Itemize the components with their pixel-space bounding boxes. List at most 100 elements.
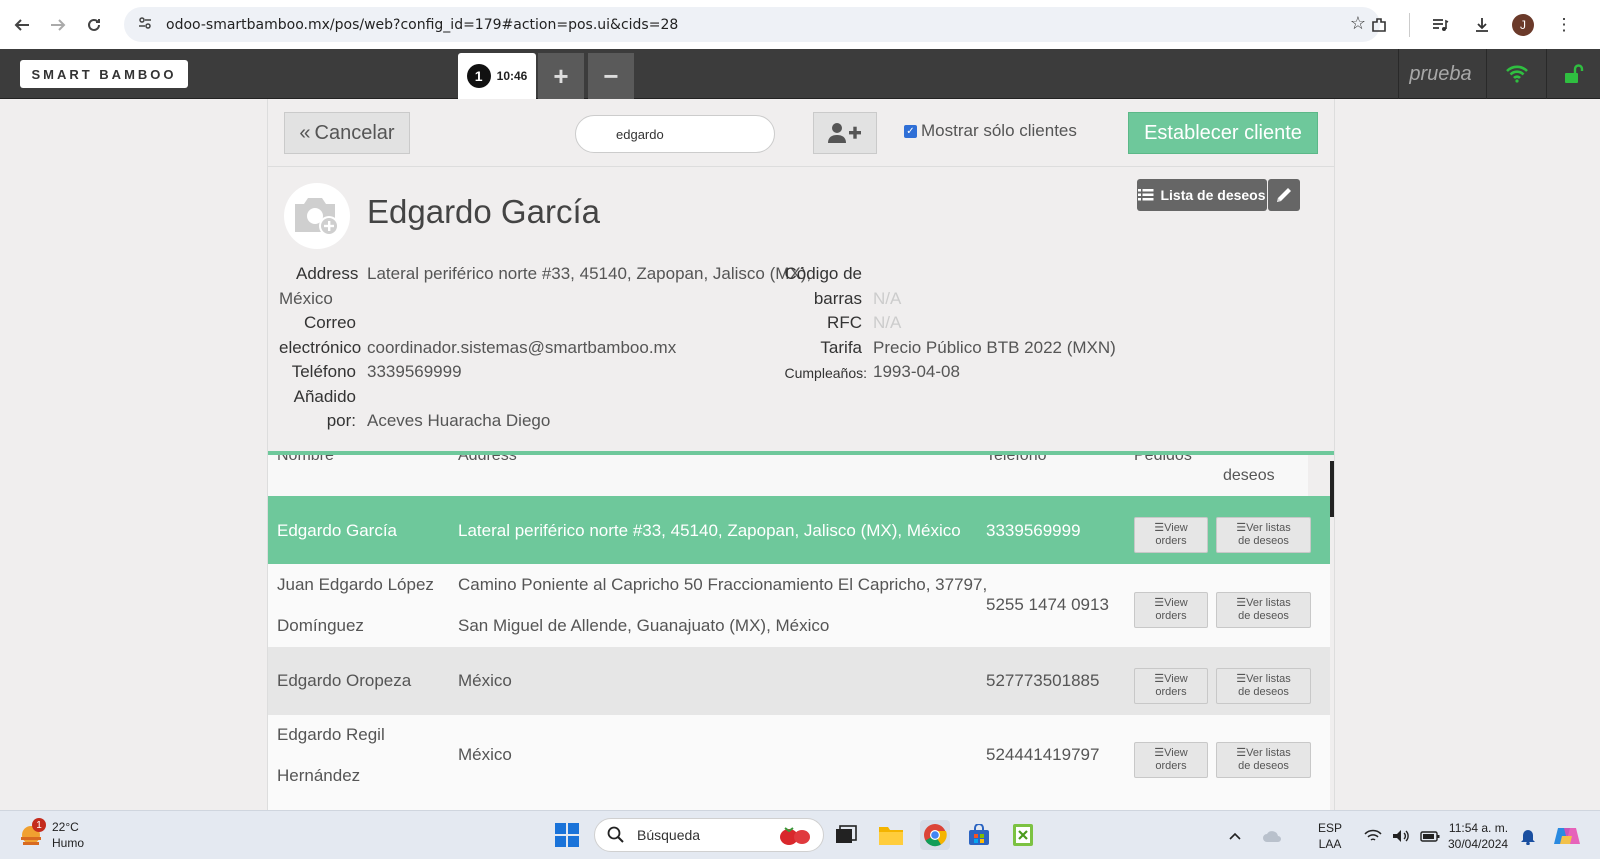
- order-number-badge: 1: [466, 64, 491, 88]
- view-orders-button[interactable]: ☰View orders: [1134, 592, 1208, 628]
- client-table-header: Nombre Address Teléfono Pedidos deseos: [268, 455, 1308, 496]
- edit-client-button[interactable]: [1268, 179, 1300, 211]
- table-row[interactable]: Edgardo Oropeza México 527773501885 ☰Vie…: [268, 647, 1330, 715]
- connection-status[interactable]: [1486, 49, 1546, 99]
- browser-toolbar: odoo-smartbamboo.mx/pos/web?config_id=17…: [0, 0, 1600, 49]
- birthday-label: Cumpleaños:: [784, 365, 868, 381]
- extensions-icon[interactable]: [1367, 13, 1391, 37]
- row-name-cont: Domínguez: [277, 616, 364, 635]
- row-address-cont: San Miguel de Allende, Guanajuato (MX), …: [458, 616, 830, 635]
- table-row[interactable]: Edgardo García Lateral periférico norte …: [268, 496, 1330, 564]
- client-name: Edgardo García: [367, 193, 600, 230]
- media-controls-icon[interactable]: [1428, 13, 1452, 37]
- forward-button[interactable]: [40, 7, 76, 43]
- system-tray-status[interactable]: [1364, 811, 1440, 859]
- weather-widget[interactable]: 1 22°C Humo: [18, 818, 85, 851]
- col-address-header: Address: [458, 455, 517, 464]
- pricelist-label: Tarifa: [820, 338, 862, 357]
- set-client-button[interactable]: Establecer cliente: [1128, 112, 1318, 154]
- store-bag-icon: [969, 824, 989, 845]
- view-wishlists-button[interactable]: ☰Ver listas de deseos: [1216, 517, 1311, 553]
- language-code: ESP: [1318, 820, 1343, 835]
- wishlist-button[interactable]: Lista de deseos: [1137, 179, 1267, 211]
- clock-date: 30/04/2024: [1448, 837, 1509, 851]
- row-name: Juan Edgardo López: [277, 575, 434, 594]
- new-order-button[interactable]: +: [538, 53, 584, 99]
- table-row[interactable]: Edgardo Regil Hernández México 524441419…: [268, 715, 1330, 810]
- col-orders-header: Pedidos: [1134, 455, 1192, 464]
- site-settings-icon[interactable]: [134, 15, 156, 34]
- company-logo: SMART BAMBOO: [20, 60, 188, 88]
- chrome-button[interactable]: [920, 820, 950, 850]
- store-button[interactable]: [964, 820, 994, 850]
- birthday-value: 1993-04-08: [873, 362, 960, 381]
- view-wishlists-button[interactable]: ☰Ver listas de deseos: [1216, 742, 1311, 778]
- cloud-tray-icon[interactable]: [1262, 811, 1282, 859]
- view-wishlists-button[interactable]: ☰Ver listas de deseos: [1216, 592, 1311, 628]
- address-value: Lateral periférico norte #33, 45140, Zap…: [367, 264, 812, 283]
- delete-order-button[interactable]: −: [588, 53, 634, 99]
- list-icon: [1138, 189, 1154, 201]
- view-orders-button[interactable]: ☰View orders: [1134, 668, 1208, 704]
- file-explorer-button[interactable]: [876, 820, 906, 850]
- rfc-label: RFC: [827, 313, 862, 332]
- order-tab[interactable]: 1 10:46: [458, 53, 536, 99]
- show-hidden-icons-button[interactable]: [1228, 811, 1242, 859]
- reload-button[interactable]: [76, 7, 112, 43]
- address-value-cont: México: [279, 289, 333, 308]
- battery-icon: [1420, 830, 1440, 842]
- view-wishlists-button[interactable]: ☰Ver listas de deseos: [1216, 668, 1311, 704]
- only-clients-toggle[interactable]: ✓ Mostrar sólo clientes: [904, 121, 1077, 141]
- order-time: 10:46: [496, 69, 528, 83]
- notifications-button[interactable]: [1520, 811, 1536, 859]
- wifi-icon: [1505, 65, 1528, 83]
- lock-screen-button[interactable]: [1546, 49, 1600, 99]
- taskbar-search-label: Búsqueda: [637, 827, 701, 843]
- table-row[interactable]: Juan Edgardo López Domínguez Camino Poni…: [268, 564, 1330, 647]
- row-address: México: [458, 745, 512, 764]
- start-button[interactable]: [555, 823, 579, 852]
- chrome-icon: [924, 824, 947, 847]
- view-orders-button[interactable]: ☰View orders: [1134, 742, 1208, 778]
- weather-description: Humo: [52, 836, 85, 850]
- volume-icon: [1393, 829, 1409, 842]
- menu-kebab-icon[interactable]: ⋮: [1552, 13, 1576, 37]
- phone-value: 3339569999: [367, 362, 462, 381]
- bell-icon: [1521, 829, 1535, 845]
- table-scrollbar[interactable]: [1330, 461, 1334, 517]
- row-address: México: [458, 671, 512, 690]
- bookmark-star-icon[interactable]: ☆: [1350, 13, 1366, 34]
- camera-add-icon: [295, 198, 339, 236]
- strawberry-icon: [780, 827, 810, 845]
- row-phone: 5255 1474 0913: [986, 595, 1109, 614]
- barcode-label: Código de: [784, 264, 862, 283]
- keyboard-layout: LAA: [1318, 836, 1342, 851]
- client-details: Edgardo García Lista de deseos Address L…: [268, 167, 1334, 451]
- downloads-icon[interactable]: [1470, 13, 1494, 37]
- cashier-name[interactable]: prueba: [1398, 49, 1482, 99]
- cancel-button[interactable]: « Cancelar: [284, 112, 410, 154]
- double-chevron-left-icon: «: [299, 121, 311, 144]
- client-search-input[interactable]: [575, 115, 775, 153]
- profile-avatar[interactable]: J: [1512, 13, 1534, 36]
- url-text[interactable]: odoo-smartbamboo.mx/pos/web?config_id=17…: [166, 17, 678, 33]
- add-client-button[interactable]: [813, 112, 877, 154]
- clock-time: 11:54 a. m.: [1448, 821, 1509, 835]
- windows-logo-icon: [555, 823, 579, 847]
- task-view-icon: [836, 825, 857, 843]
- language-indicator[interactable]: ESP LAA: [1318, 811, 1342, 859]
- taskbar-clock[interactable]: 11:54 a. m. 30/04/2024: [1448, 820, 1508, 852]
- copilot-button[interactable]: [1554, 811, 1580, 859]
- copilot-icon: [1554, 827, 1580, 844]
- only-clients-checkbox[interactable]: ✓: [904, 124, 917, 138]
- spreadsheet-app-button[interactable]: [1008, 820, 1038, 850]
- task-view-button[interactable]: [831, 820, 861, 850]
- barcode-value: N/A: [873, 289, 902, 308]
- address-bar[interactable]: odoo-smartbamboo.mx/pos/web?config_id=17…: [124, 7, 1380, 42]
- client-photo-upload[interactable]: [284, 183, 350, 249]
- taskbar-search[interactable]: Búsqueda: [594, 818, 824, 852]
- reload-icon: [88, 18, 100, 31]
- toolbar-divider: [1409, 12, 1410, 37]
- back-button[interactable]: [4, 7, 40, 43]
- view-orders-button[interactable]: ☰View orders: [1134, 517, 1208, 553]
